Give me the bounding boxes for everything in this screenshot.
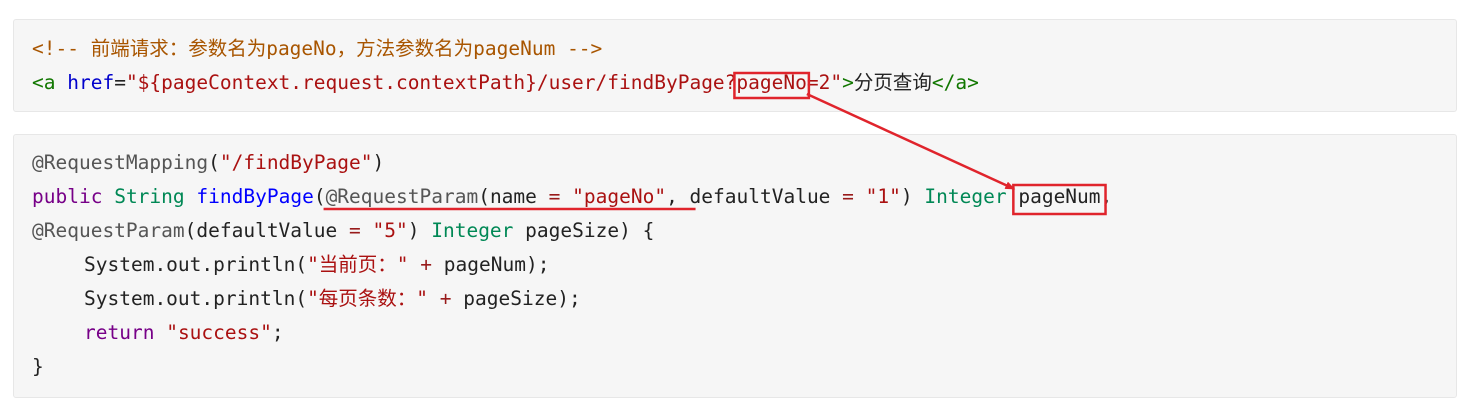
default-value: "1" (865, 185, 901, 208)
comma: , (666, 185, 690, 208)
name-key: name (489, 185, 537, 208)
comma: , (1100, 185, 1113, 208)
print-page-num-line: System.out.println("当前页：" + pageNum); (84, 248, 549, 282)
paren-open: ( (478, 185, 490, 208)
comment-text: 前端请求：参数名为pageNo，方法参数名为pageNum (90, 37, 556, 60)
href-attr-name: href (55, 71, 115, 94)
href-value-prefix: "${pageContext.request.contextPath}/user… (125, 71, 737, 94)
request-param-annotation: @RequestParam (325, 185, 479, 208)
statement-end: ); (557, 287, 581, 310)
statement-end: ); (525, 253, 550, 276)
var-pageNum: pageNum (443, 253, 526, 276)
type-integer: Integer (431, 219, 514, 242)
kw-return: return (84, 321, 155, 344)
type-string: String (114, 185, 185, 208)
println-string: "当前页：" (307, 253, 409, 276)
paren-open: ( (208, 151, 220, 174)
anchor-tag-line: <a href="${pageContext.request.contextPa… (32, 66, 979, 100)
mapping-path: "/findByPage" (219, 151, 373, 174)
default-value-key: defaultValue (689, 185, 831, 208)
request-param-annotation: @RequestParam (32, 219, 185, 242)
println-call: System.out.println( (84, 253, 308, 276)
href-param-pageNo: pageNo (736, 71, 807, 94)
anchor-tag-close: </a> (931, 71, 979, 94)
kw-public: public (32, 185, 103, 208)
page-size-param-line: @RequestParam(defaultValue = "5") Intege… (32, 214, 654, 248)
name-value: "pageNo" (572, 185, 667, 208)
println-string: "每页条数：" (307, 287, 429, 310)
default-value-key: defaultValue (196, 219, 338, 242)
paren-open: ( (313, 185, 326, 208)
html-comment-line: <!-- 前端请求：参数名为pageNo，方法参数名为pageNum --> (32, 32, 602, 66)
href-value-suffix: =2" (806, 71, 843, 94)
default-value: "5" (372, 219, 408, 242)
equals-op: = (830, 185, 866, 208)
request-mapping-line: @RequestMapping("/findByPage") (32, 146, 384, 180)
return-string: "success" (166, 321, 272, 344)
equals-op: = (337, 219, 373, 242)
comment-open: <!-- (32, 37, 91, 60)
paren-open: ( (184, 219, 197, 242)
anchor-gt: > (842, 71, 854, 94)
plus-op: + (408, 253, 444, 276)
attr-equals: = (114, 71, 126, 94)
paren-close: ) (372, 151, 385, 174)
type-integer: Integer (924, 185, 1007, 208)
closing-brace-line: } (32, 350, 44, 384)
equals-op: = (536, 185, 573, 208)
anchor-tag-open: <a (32, 71, 56, 94)
java-code-block: @RequestMapping("/findByPage") public St… (13, 134, 1457, 398)
method-name: findByPage (196, 185, 314, 208)
comment-close: --> (555, 37, 603, 60)
closing-brace: } (32, 355, 44, 378)
println-call: System.out.println( (84, 287, 308, 310)
semicolon: ; (271, 321, 284, 344)
anchor-link-text: 分页查询 (853, 71, 932, 94)
print-page-size-line: System.out.println("每页条数：" + pageSize); (84, 282, 581, 316)
signature-close: ) { (619, 219, 655, 242)
plus-op: + (428, 287, 464, 310)
method-signature-line: public String findByPage(@RequestParam(n… (32, 180, 1112, 214)
var-pageSize: pageSize (463, 287, 558, 310)
html-code-block: <!-- 前端请求：参数名为pageNo，方法参数名为pageNum --> <… (13, 19, 1457, 112)
return-line: return "success"; (84, 316, 284, 350)
request-mapping-annotation: @RequestMapping (32, 151, 209, 174)
param-pageNum: pageNum (1018, 185, 1101, 208)
paren-close: ) (900, 185, 913, 208)
param-pageSize: pageSize (525, 219, 620, 242)
paren-close: ) (407, 219, 420, 242)
